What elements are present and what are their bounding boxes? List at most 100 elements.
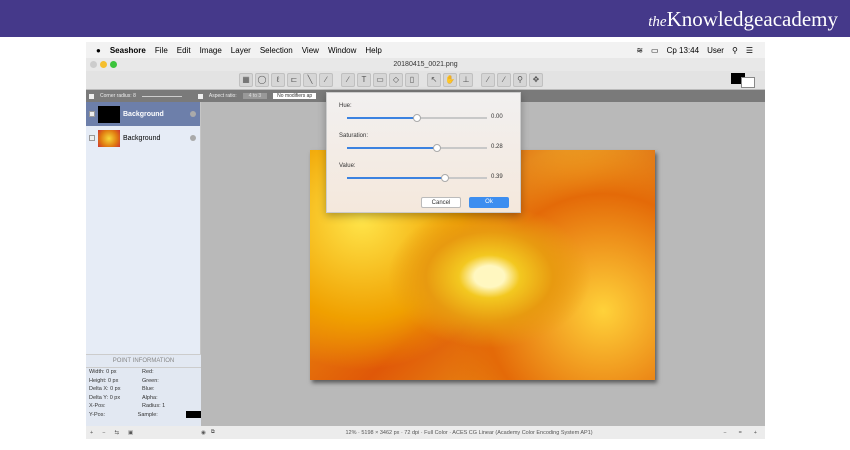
menu-image[interactable]: Image [200, 46, 222, 55]
hsv-slider[interactable] [347, 144, 487, 152]
info-icon[interactable] [190, 111, 196, 117]
menu-view[interactable]: View [302, 46, 319, 55]
background-color[interactable] [741, 77, 755, 88]
point-info-cell: Alpha: [142, 394, 158, 401]
zoom-button[interactable] [110, 61, 117, 68]
point-info-cell: X-Pos: [89, 403, 106, 410]
layer-thumbnail [98, 129, 120, 147]
user-menu[interactable]: User [707, 46, 724, 55]
apple-icon[interactable]: ● [96, 46, 101, 55]
point-info-cell: Sample: [137, 411, 158, 418]
tool-button[interactable]: ⊏ [287, 73, 301, 87]
info-icon[interactable] [190, 135, 196, 141]
point-info-row: Height: 0 px Green: [86, 377, 201, 386]
layer-visibility-checkbox[interactable] [89, 111, 95, 117]
clock[interactable]: Cp 13:44 [667, 46, 699, 55]
layer-action-button[interactable]: − [102, 430, 105, 436]
slider-label: Saturation: [339, 133, 369, 139]
tool-button[interactable]: ↖ [427, 73, 441, 87]
cancel-button[interactable]: Cancel [421, 197, 461, 208]
visibility-icon[interactable]: ◉ [201, 430, 206, 436]
status-bar: + − ⇆ ▣ ◉ ⧉ 12% · 5198 × 3462 px · 72 dpi ·… [86, 426, 765, 439]
color-swatch[interactable] [731, 73, 757, 89]
search-icon[interactable]: ⚲ [732, 46, 738, 55]
tool-button[interactable]: ✋ [443, 73, 457, 87]
tool-button[interactable]: ▯ [405, 73, 419, 87]
point-info-cell: Height: 0 px [89, 377, 119, 384]
tool-button[interactable]: ∕ [497, 73, 511, 87]
slider-knob[interactable] [413, 114, 421, 122]
tool-button[interactable]: ▭ [373, 73, 387, 87]
layer-item[interactable]: Background [86, 102, 200, 126]
zoom-in-button[interactable]: + [754, 430, 757, 436]
menu-selection[interactable]: Selection [260, 46, 293, 55]
sample-swatch [186, 411, 201, 419]
menu-layer[interactable]: Layer [231, 46, 251, 55]
point-info-cell: Radius: 1 [142, 403, 166, 410]
corner-radius-slider[interactable] [141, 95, 182, 97]
minimize-button[interactable] [100, 61, 107, 68]
point-info-cell: Green: [142, 377, 159, 384]
slider-fill [347, 177, 445, 179]
tool-button[interactable]: ◯ [255, 73, 269, 87]
tool-button[interactable]: ▦ [239, 73, 253, 87]
point-info-row: X-Pos: Radius: 1 [86, 402, 201, 411]
tool-button[interactable]: ╲ [303, 73, 317, 87]
tool-button[interactable]: ∕ [481, 73, 495, 87]
slider-value: 0.39 [491, 174, 503, 180]
menu-help[interactable]: Help [365, 46, 381, 55]
zoom-out-button[interactable]: − [723, 430, 726, 436]
layer-item[interactable]: Background [86, 126, 200, 150]
close-button[interactable] [90, 61, 97, 68]
ok-button[interactable]: Ok [469, 197, 509, 208]
menu-window[interactable]: Window [328, 46, 356, 55]
tool-button[interactable]: ◇ [389, 73, 403, 87]
tool-button[interactable]: ℓ [271, 73, 285, 87]
point-info-row: Width: 0 px Red: [86, 368, 201, 377]
brand-logo: theKnowledgeacademy [648, 7, 838, 31]
point-info-cell: Delta X: 0 px [89, 386, 121, 393]
wifi-icon[interactable]: ≋ [636, 46, 643, 55]
brand-banner: theKnowledgeacademy [0, 0, 850, 37]
tool-button[interactable]: ∕ [341, 73, 355, 87]
list-icon[interactable]: ☰ [746, 46, 753, 55]
point-info-row: Delta X: 0 px Blue: [86, 385, 201, 394]
menu-bar: ● Seashore File Edit Image Layer Selecti… [86, 42, 765, 58]
aspect-ratio-checkbox[interactable] [197, 93, 203, 99]
window-title: 20180415_0021.png [393, 61, 458, 68]
tool-button[interactable]: ⚲ [513, 73, 527, 87]
layer-action-button[interactable]: ▣ [128, 430, 133, 436]
layer-action-button[interactable]: + [90, 430, 93, 436]
battery-icon[interactable]: ▭ [651, 46, 659, 55]
point-info-title: POINT INFORMATION [86, 354, 201, 368]
tool-button[interactable]: ✥ [529, 73, 543, 87]
slider-label: Value: [339, 163, 356, 169]
menu-edit[interactable]: Edit [177, 46, 191, 55]
tool-bar: ▦ ◯ ℓ ⊏ ╲ ∕ ∕ T ▭ ◇ ▯ ↖ ✋ ⊥ ∕ ∕ ⚲ ✥ [86, 71, 765, 90]
hsv-slider[interactable] [347, 174, 487, 182]
layer-action-button[interactable]: ⇆ [114, 430, 119, 436]
status-text: 12% · 5198 × 3462 px · 72 dpi · Full Col… [345, 429, 593, 436]
point-info-row: Delta Y: 0 px Alpha: [86, 394, 201, 403]
slider-knob[interactable] [441, 174, 449, 182]
slider-knob[interactable] [432, 144, 441, 152]
title-bar: 20180415_0021.png [86, 58, 765, 71]
tool-button[interactable]: ⊥ [459, 73, 473, 87]
aspect-ratio-select[interactable]: 4 to 3 [242, 93, 268, 99]
slider-label: Hue: [339, 103, 352, 109]
hsv-slider[interactable] [347, 114, 487, 122]
modifiers-select[interactable]: No modifiers ap [273, 93, 317, 99]
layer-thumbnail [98, 105, 120, 123]
hsv-dialog: Cancel Ok Hue: 0.00 Saturation: 0.28 Value: 0… [326, 92, 521, 213]
menu-app[interactable]: Seashore [110, 46, 146, 55]
corner-radius-checkbox[interactable] [89, 93, 94, 99]
zoom-reset-button[interactable]: = [739, 430, 742, 436]
layer-visibility-checkbox[interactable] [89, 135, 95, 141]
tool-button[interactable]: T [357, 73, 371, 87]
menu-file[interactable]: File [155, 46, 168, 55]
corner-radius-label: Corner radius: 8 [100, 93, 136, 99]
tool-button[interactable]: ∕ [319, 73, 333, 87]
layer-name: Background [123, 134, 161, 142]
slider-fill [347, 147, 437, 149]
aspect-ratio-label: Aspect ratio: [208, 93, 237, 99]
